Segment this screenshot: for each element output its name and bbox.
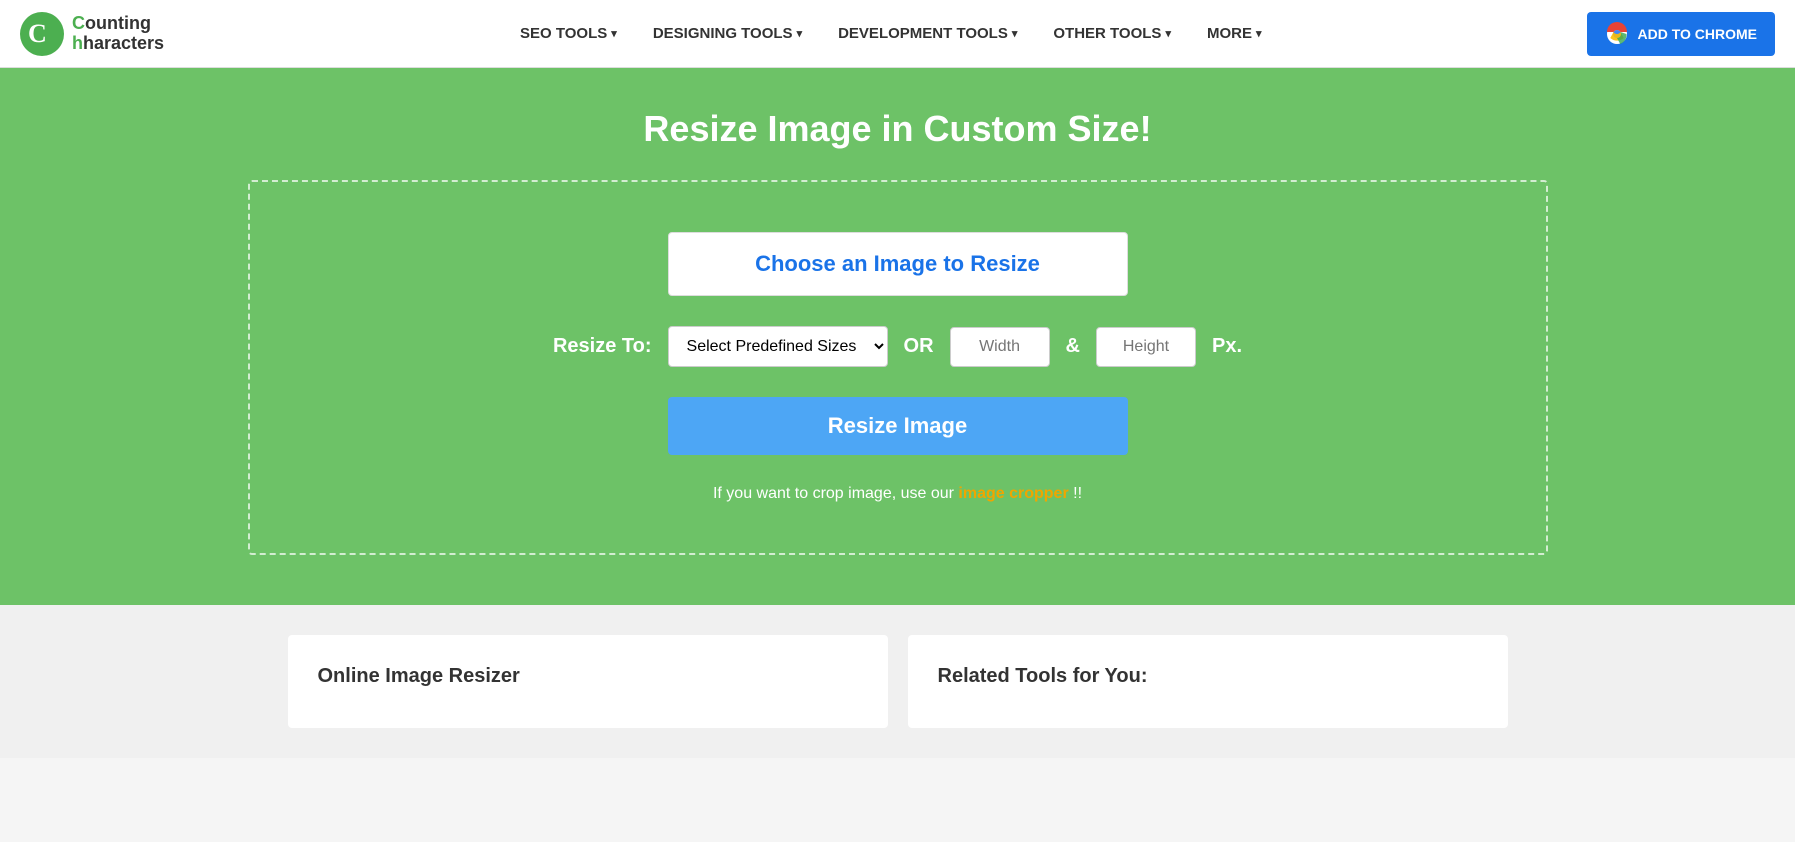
nav-more[interactable]: MORE ▾ <box>1189 0 1280 68</box>
designing-tools-arrow-icon: ▾ <box>797 27 803 40</box>
tool-box: Choose an Image to Resize Resize To: Sel… <box>248 180 1548 555</box>
predefined-sizes-select[interactable]: Select Predefined Sizes Facebook Profile… <box>668 326 888 367</box>
online-image-resizer-card: Online Image Resizer <box>288 635 888 728</box>
nav-other-tools[interactable]: OTHER TOOLS ▾ <box>1035 0 1189 68</box>
crop-hint: If you want to crop image, use our image… <box>713 485 1082 503</box>
px-label: Px. <box>1212 335 1242 358</box>
resize-image-button[interactable]: Resize Image <box>668 397 1128 455</box>
dev-tools-arrow-icon: ▾ <box>1012 27 1018 40</box>
seo-tools-arrow-icon: ▾ <box>611 27 617 40</box>
width-input[interactable] <box>950 327 1050 367</box>
page-title: Resize Image in Custom Size! <box>643 108 1151 150</box>
navbar: C Counting hharacters SEO TOOLS ▾ DESIGN… <box>0 0 1795 68</box>
svg-text:C: C <box>28 19 47 48</box>
more-arrow-icon: ▾ <box>1256 27 1262 40</box>
resize-to-label: Resize To: <box>553 335 652 358</box>
related-tools-card: Related Tools for You: <box>908 635 1508 728</box>
related-tools-title: Related Tools for You: <box>938 665 1478 688</box>
nav-seo-tools[interactable]: SEO TOOLS ▾ <box>502 0 635 68</box>
chrome-icon <box>1605 22 1629 46</box>
nav-dev-tools[interactable]: DEVELOPMENT TOOLS ▾ <box>820 0 1035 68</box>
logo[interactable]: C Counting hharacters <box>20 12 164 56</box>
logo-line1: Counting <box>72 14 164 34</box>
choose-image-button[interactable]: Choose an Image to Resize <box>668 232 1128 296</box>
or-label: OR <box>904 335 934 358</box>
add-to-chrome-button[interactable]: ADD TO CHROME <box>1587 12 1775 56</box>
main-nav: SEO TOOLS ▾ DESIGNING TOOLS ▾ DEVELOPMEN… <box>194 0 1587 68</box>
logo-text: Counting hharacters <box>72 14 164 54</box>
logo-icon: C <box>20 12 64 56</box>
resize-options-row: Resize To: Select Predefined Sizes Faceb… <box>553 326 1242 367</box>
height-input[interactable] <box>1096 327 1196 367</box>
nav-designing-tools[interactable]: DESIGNING TOOLS ▾ <box>635 0 820 68</box>
online-image-resizer-title: Online Image Resizer <box>318 665 858 688</box>
image-cropper-link[interactable]: image cropper <box>958 485 1068 502</box>
logo-line2: hharacters <box>72 34 164 54</box>
other-tools-arrow-icon: ▾ <box>1165 27 1171 40</box>
bottom-section: Online Image Resizer Related Tools for Y… <box>0 605 1795 758</box>
and-label: & <box>1066 335 1080 358</box>
hero-section: Resize Image in Custom Size! Choose an I… <box>0 68 1795 605</box>
